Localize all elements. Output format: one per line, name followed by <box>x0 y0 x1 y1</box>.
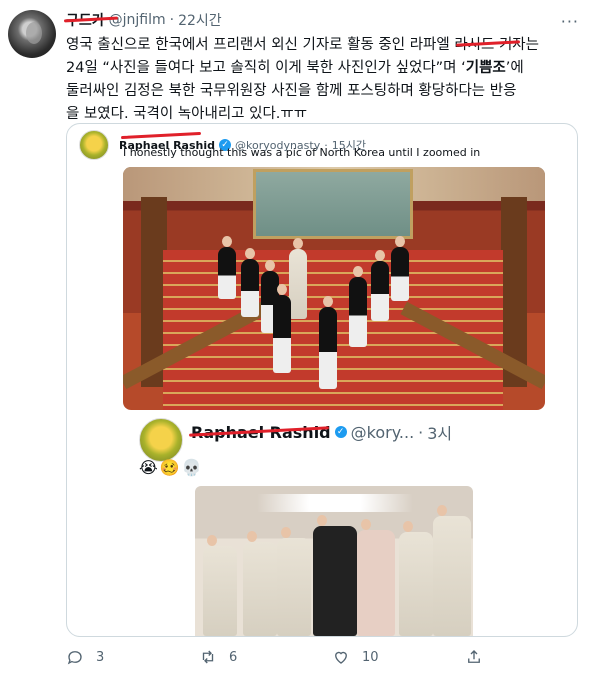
photo-person <box>313 515 357 636</box>
share-button[interactable] <box>465 648 525 666</box>
nested-quote-time[interactable]: 3시 <box>427 420 452 444</box>
photo-person <box>277 527 311 636</box>
tweet-text-line: 24일 “사진을 들여다 보고 솔직히 이게 북한 사진인가 싶었다”며 ‘기쁨… <box>66 57 578 80</box>
kim-jong-un-group-photo[interactable] <box>195 486 473 636</box>
photo-person <box>289 238 307 319</box>
photo-person <box>399 521 433 636</box>
tweet-text-line: 둘러싸인 김정은 북한 국무위원장 사진을 함께 포스팅하며 황당하다는 반응 <box>66 83 517 99</box>
photo-person <box>203 535 237 636</box>
photo-chandelier <box>205 494 465 512</box>
author-avatar[interactable] <box>8 10 56 58</box>
photo-person <box>241 248 259 317</box>
nested-quoted-tweet[interactable]: Raphael Rashid ✓ @kory... · 3시 😭🥴💀 <box>139 410 577 636</box>
tweet-text-bold: 기쁨조 <box>465 60 506 76</box>
quoted-tweet[interactable]: Raphael Rashid ✓ @koryodynasty · 15시간 I … <box>66 123 578 637</box>
like-button[interactable]: 10 <box>332 648 465 666</box>
tweet-text-fragment: ’에 <box>505 60 524 76</box>
nested-quote-emojis: 😭🥴💀 <box>139 458 204 477</box>
reply-icon <box>67 651 82 665</box>
quote-text: I honestly thought this was a pic of Nor… <box>123 146 481 159</box>
photo-person <box>349 266 367 347</box>
photo-person <box>433 505 471 636</box>
retweet-count: 6 <box>229 649 238 665</box>
photo-person <box>218 236 236 299</box>
tweet-actions: 3 6 10 <box>66 648 578 666</box>
staircase-group-photo[interactable] <box>123 167 545 410</box>
photo-person <box>319 296 337 389</box>
photo-person <box>273 284 291 373</box>
author-handle[interactable]: @jnjfilm <box>109 12 166 28</box>
quote-avatar[interactable] <box>79 130 109 160</box>
nested-quote-avatar[interactable] <box>139 418 183 462</box>
like-count: 10 <box>362 649 379 665</box>
tweet-text-line: 영국 출신으로 한국에서 프리랜서 외신 기자로 활동 중인 라파엘 라시드 기… <box>66 37 539 53</box>
reply-button[interactable]: 3 <box>66 648 199 666</box>
retweet-icon <box>202 650 214 664</box>
separator-dot: · <box>418 422 424 442</box>
photo-person <box>371 250 389 321</box>
more-dots-icon[interactable]: ··· <box>561 12 579 31</box>
heart-icon <box>335 651 347 664</box>
reply-count: 3 <box>96 649 105 665</box>
separator-dot: · <box>169 12 175 28</box>
tweet-time[interactable]: 22시간 <box>178 10 222 30</box>
share-icon <box>468 650 480 663</box>
photo-person <box>391 236 409 301</box>
tweet-text: 영국 출신으로 한국에서 프리랜서 외신 기자로 활동 중인 라파엘 라시드 기… <box>66 34 578 126</box>
photo-person <box>357 519 395 636</box>
nested-quote-handle[interactable]: @kory... <box>351 423 415 442</box>
tweet-text-fragment: 24일 “사진을 들여다 보고 솔직히 이게 북한 사진인가 싶었다”며 ‘ <box>66 60 466 76</box>
photo-person <box>243 531 277 636</box>
photo-painting <box>253 169 413 239</box>
verified-badge-icon: ✓ <box>334 426 347 438</box>
retweet-button[interactable]: 6 <box>199 648 332 666</box>
